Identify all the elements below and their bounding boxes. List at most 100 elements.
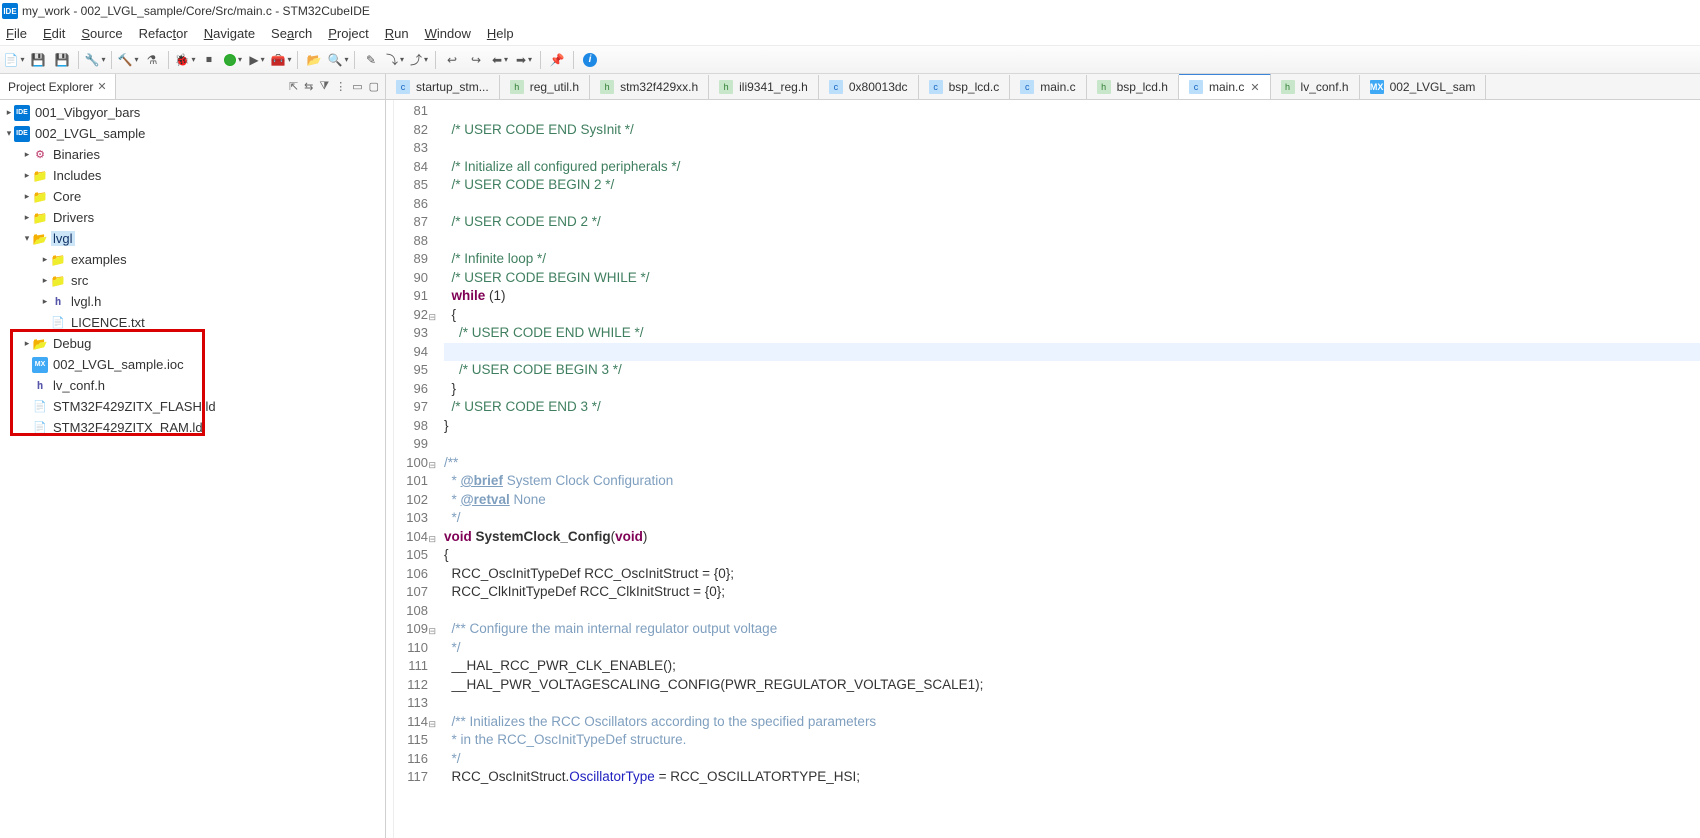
tree-label: lvgl: [51, 231, 75, 246]
project-tree[interactable]: IDE 001_Vibgyor_bars IDE 002_LVGL_sample…: [0, 100, 385, 838]
editor-tab[interactable]: cmain.c✕: [1179, 74, 1271, 99]
build-config-button[interactable]: ⚗: [142, 50, 162, 70]
sdk-button[interactable]: 🔧: [85, 50, 105, 70]
open-type-button[interactable]: 📂: [304, 50, 324, 70]
ide-badge-icon: IDE: [2, 3, 18, 19]
menu-file[interactable]: File: [6, 26, 27, 41]
tree-project-001[interactable]: IDE 001_Vibgyor_bars: [0, 102, 385, 123]
h-file-icon: [32, 378, 48, 394]
tree-lvgl-h[interactable]: lvgl.h: [0, 291, 385, 312]
prev-annotation-button[interactable]: ⤴: [409, 50, 429, 70]
editor-tab[interactable]: hreg_util.h: [500, 75, 590, 99]
tree-debug[interactable]: Debug: [0, 333, 385, 354]
tree-lvgl-src[interactable]: src: [0, 270, 385, 291]
editor-tab[interactable]: hbsp_lcd.h: [1087, 75, 1179, 99]
editor-tab-label: lv_conf.h: [1301, 80, 1349, 94]
back-forward-button[interactable]: ↪: [466, 50, 486, 70]
menu-source[interactable]: Source: [81, 26, 122, 41]
editor-tab[interactable]: hstm32f429xx.h: [590, 75, 709, 99]
editor-area: cstartup_stm...hreg_util.hhstm32f429xx.h…: [386, 74, 1700, 838]
run-last-button[interactable]: ▶: [247, 50, 267, 70]
toolbar-separator: [540, 51, 541, 69]
editor-tab[interactable]: cbsp_lcd.c: [919, 75, 1011, 99]
pin-button[interactable]: 📌: [547, 50, 567, 70]
link-editor-icon[interactable]: ⇆: [304, 80, 313, 93]
editor-tab-label: main.c: [1209, 80, 1244, 94]
folder-open-icon: [32, 336, 48, 352]
tree-lvconf[interactable]: lv_conf.h: [0, 375, 385, 396]
new-button[interactable]: 📄: [4, 50, 24, 70]
terminate-button[interactable]: ⏹: [199, 50, 219, 70]
editor-tab[interactable]: c main.c: [1010, 75, 1086, 99]
editor-tab-label: stm32f429xx.h: [620, 80, 698, 94]
menu-project[interactable]: Project: [328, 26, 368, 41]
folder-open-icon: [32, 231, 48, 247]
tree-label: Drivers: [51, 210, 96, 225]
forward-button[interactable]: ➡: [514, 50, 534, 70]
external-tools-button[interactable]: 🧰: [271, 50, 291, 70]
txt-file-icon: [50, 315, 66, 331]
folder-icon: [50, 252, 66, 268]
maximize-icon[interactable]: ▢: [369, 80, 379, 93]
menu-edit[interactable]: Edit: [43, 26, 65, 41]
menu-window[interactable]: Window: [425, 26, 471, 41]
tree-label: Debug: [51, 336, 93, 351]
search-button[interactable]: 🔍: [328, 50, 348, 70]
last-edit-button[interactable]: ↩: [442, 50, 462, 70]
h-file-icon: h: [1281, 80, 1295, 94]
save-button[interactable]: 💾: [28, 50, 48, 70]
back-button[interactable]: ⬅: [490, 50, 510, 70]
window-title: my_work - 002_LVGL_sample/Core/Src/main.…: [22, 4, 370, 18]
filter-icon[interactable]: ⧩: [319, 80, 329, 93]
collapse-all-icon[interactable]: ⇱: [289, 80, 298, 93]
tree-includes[interactable]: Includes: [0, 165, 385, 186]
editor-tab-label: 0x80013dc: [849, 80, 908, 94]
tree-ram-ld[interactable]: STM32F429ZITX_RAM.ld: [0, 417, 385, 438]
tree-drivers[interactable]: Drivers: [0, 207, 385, 228]
toolbar-separator: [573, 51, 574, 69]
build-button[interactable]: 🔨: [118, 50, 138, 70]
toolbar-separator: [435, 51, 436, 69]
ioc-file-icon: MX: [32, 357, 48, 373]
editor-tab[interactable]: cstartup_stm...: [386, 75, 500, 99]
view-menu-icon[interactable]: ⋮: [335, 80, 346, 93]
tree-flash-ld[interactable]: STM32F429ZITX_FLASH.ld: [0, 396, 385, 417]
editor-tab[interactable]: h lv_conf.h: [1271, 75, 1360, 99]
tree-lvgl[interactable]: lvgl: [0, 228, 385, 249]
toggle-mark-button[interactable]: ✎: [361, 50, 381, 70]
toolbar-separator: [297, 51, 298, 69]
close-icon[interactable]: ✕: [1250, 81, 1259, 94]
menu-run[interactable]: Run: [385, 26, 409, 41]
save-all-button[interactable]: 💾: [52, 50, 72, 70]
next-annotation-button[interactable]: ⤵: [385, 50, 405, 70]
tree-lvgl-examples[interactable]: examples: [0, 249, 385, 270]
menu-refactor[interactable]: Refactor: [139, 26, 188, 41]
editor-tab-label: main.c: [1040, 80, 1075, 94]
explorer-tab-bar: Project Explorer ✕ ⇱ ⇆ ⧩ ⋮ ▭ ▢: [0, 74, 385, 100]
c-file-icon: c: [1020, 80, 1034, 94]
toolbar-separator: [354, 51, 355, 69]
debug-button[interactable]: 🐞: [175, 50, 195, 70]
run-button[interactable]: [223, 50, 243, 70]
info-center-button[interactable]: i: [580, 50, 600, 70]
tree-project-002[interactable]: IDE 002_LVGL_sample: [0, 123, 385, 144]
line-number-gutter[interactable]: 8182838485868788899091929394959697989910…: [394, 100, 438, 838]
editor-tab[interactable]: MX002_LVGL_sam: [1360, 75, 1487, 99]
tree-binaries[interactable]: Binaries: [0, 144, 385, 165]
code-editor[interactable]: /* USER CODE END SysInit */ /* Initializ…: [438, 100, 1700, 838]
project-explorer-tab[interactable]: Project Explorer ✕: [0, 74, 116, 99]
menu-navigate[interactable]: Navigate: [204, 26, 255, 41]
toolbar-separator: [111, 51, 112, 69]
toolbar-separator: [168, 51, 169, 69]
menu-search[interactable]: Search: [271, 26, 312, 41]
editor-tab[interactable]: hili9341_reg.h: [709, 75, 819, 99]
tree-lvgl-licence[interactable]: LICENCE.txt: [0, 312, 385, 333]
menu-help[interactable]: Help: [487, 26, 514, 41]
close-icon[interactable]: ✕: [97, 80, 106, 93]
editor-tab[interactable]: c0x80013dc: [819, 75, 919, 99]
tree-ioc[interactable]: MX 002_LVGL_sample.ioc: [0, 354, 385, 375]
tree-core[interactable]: Core: [0, 186, 385, 207]
minimize-icon[interactable]: ▭: [352, 80, 362, 93]
folder-icon: [32, 168, 48, 184]
main-toolbar: 📄 💾 💾 🔧 🔨 ⚗ 🐞 ⏹ ▶ 🧰 📂 🔍 ✎ ⤵ ⤴ ↩ ↪ ⬅ ➡ 📌 …: [0, 46, 1700, 74]
